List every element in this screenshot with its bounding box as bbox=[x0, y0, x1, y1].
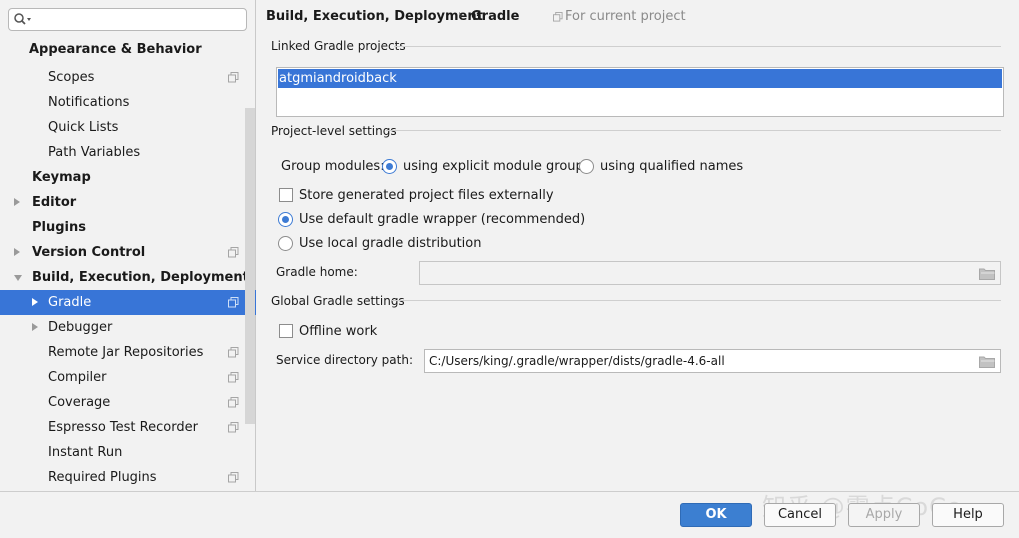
radio-local-distribution[interactable] bbox=[278, 236, 293, 251]
project-scope-icon bbox=[228, 72, 239, 83]
tree-item-label: Coverage bbox=[48, 395, 111, 410]
cancel-button[interactable]: Cancel bbox=[764, 503, 836, 527]
tree-item-build-execution-deployment[interactable]: Build, Execution, Deployment bbox=[0, 265, 256, 290]
project-scope-icon bbox=[228, 397, 239, 408]
tree-item-label: Gradle bbox=[48, 295, 92, 310]
project-scope-icon bbox=[228, 372, 239, 383]
tree-item-editor[interactable]: Editor bbox=[0, 190, 256, 215]
tree-item-gradle[interactable]: Gradle bbox=[0, 290, 256, 315]
offline-work-label[interactable]: Offline work bbox=[299, 324, 377, 339]
folder-icon[interactable] bbox=[979, 355, 995, 368]
gradle-home-input bbox=[424, 265, 964, 281]
project-scope-icon bbox=[228, 472, 239, 483]
store-generated-checkbox[interactable] bbox=[279, 188, 293, 202]
gradle-home-field bbox=[419, 261, 1001, 285]
tree-item-label: Notifications bbox=[48, 95, 130, 110]
expand-arrow-icon[interactable] bbox=[32, 298, 38, 306]
tree-item-espresso-test-recorder[interactable]: Espresso Test Recorder bbox=[0, 415, 256, 440]
settings-search-box[interactable] bbox=[8, 8, 247, 31]
linked-project-row[interactable]: atgmiandroidback bbox=[278, 69, 1002, 88]
tree-item-notifications[interactable]: Notifications bbox=[0, 90, 256, 115]
tree-item-scopes[interactable]: Scopes bbox=[0, 65, 256, 90]
folder-icon bbox=[979, 268, 995, 280]
tree-item-label: Build, Execution, Deployment bbox=[32, 270, 249, 285]
group-modules-label: Group modules: bbox=[281, 159, 385, 174]
radio-qualified-names-label[interactable]: using qualified names bbox=[600, 159, 743, 174]
breadcrumb-current: Gradle bbox=[471, 9, 520, 24]
tree-item-appearance-behavior[interactable]: Appearance & Behavior bbox=[0, 37, 256, 62]
gradle-settings-panel: Build, Execution, Deployment › Gradle Fo… bbox=[257, 0, 1019, 491]
settings-sidebar: Appearance & Behavior Scopes Notificatio… bbox=[0, 0, 256, 491]
tree-item-label: Debugger bbox=[48, 320, 113, 335]
project-settings-title: Project-level settings bbox=[271, 124, 397, 138]
tree-item-label: Quick Lists bbox=[48, 120, 119, 135]
tree-item-compiler[interactable]: Compiler bbox=[0, 365, 256, 390]
tree-item-remote-jar-repositories[interactable]: Remote Jar Repositories bbox=[0, 340, 256, 365]
search-icon bbox=[14, 13, 31, 25]
linked-projects-title: Linked Gradle projects bbox=[271, 39, 406, 53]
service-dir-field[interactable] bbox=[424, 349, 1001, 373]
scope-note-text: For current project bbox=[565, 9, 686, 24]
global-settings-title: Global Gradle settings bbox=[271, 294, 405, 308]
radio-explicit-groups-label[interactable]: using explicit module groups bbox=[403, 159, 591, 174]
tree-item-path-variables[interactable]: Path Variables bbox=[0, 140, 256, 165]
tree-item-coverage[interactable]: Coverage bbox=[0, 390, 256, 415]
project-scope-icon bbox=[553, 12, 563, 22]
search-input[interactable] bbox=[33, 10, 243, 29]
service-dir-input[interactable] bbox=[429, 353, 969, 369]
section-divider bbox=[392, 300, 1001, 301]
radio-qualified-names[interactable] bbox=[579, 159, 594, 174]
tree-item-quick-lists[interactable]: Quick Lists bbox=[0, 115, 256, 140]
tree-item-label: Editor bbox=[32, 195, 77, 210]
breadcrumb-parent: Build, Execution, Deployment bbox=[266, 9, 483, 24]
tree-item-label: Required Plugins bbox=[48, 470, 157, 485]
tree-item-debugger[interactable]: Debugger bbox=[0, 315, 256, 340]
radio-default-wrapper-label[interactable]: Use default gradle wrapper (recommended) bbox=[299, 212, 585, 227]
tree-item-label: Espresso Test Recorder bbox=[48, 420, 198, 435]
gradle-home-label: Gradle home: bbox=[276, 265, 358, 279]
radio-local-distribution-label[interactable]: Use local gradle distribution bbox=[299, 236, 481, 251]
project-scope-icon bbox=[228, 422, 239, 433]
tree-item-version-control[interactable]: Version Control bbox=[0, 240, 256, 265]
tree-item-label: Keymap bbox=[32, 170, 91, 185]
radio-explicit-groups[interactable] bbox=[382, 159, 397, 174]
tree-item-label: Appearance & Behavior bbox=[29, 42, 202, 57]
tree-item-label: Compiler bbox=[48, 370, 107, 385]
project-scope-icon bbox=[228, 247, 239, 258]
tree-item-label: Path Variables bbox=[48, 145, 141, 160]
project-scope-icon bbox=[228, 347, 239, 358]
sidebar-scrollbar[interactable] bbox=[245, 108, 255, 424]
tree-item-label: Plugins bbox=[32, 220, 86, 235]
expand-arrow-icon[interactable] bbox=[14, 198, 20, 206]
expand-arrow-icon[interactable] bbox=[14, 248, 20, 256]
help-button[interactable]: Help bbox=[932, 503, 1004, 527]
linked-projects-list[interactable]: atgmiandroidback bbox=[276, 67, 1004, 117]
offline-work-checkbox[interactable] bbox=[279, 324, 293, 338]
dialog-button-bar: 知乎 @零点CoCo OK Cancel Apply Help bbox=[0, 491, 1019, 538]
expand-arrow-icon[interactable] bbox=[32, 323, 38, 331]
tree-item-label: Remote Jar Repositories bbox=[48, 345, 204, 360]
breadcrumb-separator: › bbox=[458, 8, 464, 23]
tree-item-label: Version Control bbox=[32, 245, 146, 260]
tree-item-required-plugins[interactable]: Required Plugins bbox=[0, 465, 256, 490]
tree-item-label: Scopes bbox=[48, 70, 95, 85]
tree-item-keymap[interactable]: Keymap bbox=[0, 165, 256, 190]
collapse-arrow-icon[interactable] bbox=[14, 275, 22, 281]
section-divider bbox=[386, 130, 1001, 131]
radio-default-wrapper[interactable] bbox=[278, 212, 293, 227]
scope-note: For current project bbox=[553, 9, 686, 24]
tree-item-label: Instant Run bbox=[48, 445, 123, 460]
store-generated-label[interactable]: Store generated project files externally bbox=[299, 188, 554, 203]
section-divider bbox=[394, 46, 1001, 47]
service-dir-label: Service directory path: bbox=[276, 353, 413, 367]
project-scope-icon bbox=[228, 297, 239, 308]
apply-button[interactable]: Apply bbox=[848, 503, 920, 527]
ok-button[interactable]: OK bbox=[680, 503, 752, 527]
tree-item-plugins[interactable]: Plugins bbox=[0, 215, 256, 240]
tree-item-instant-run[interactable]: Instant Run bbox=[0, 440, 256, 465]
